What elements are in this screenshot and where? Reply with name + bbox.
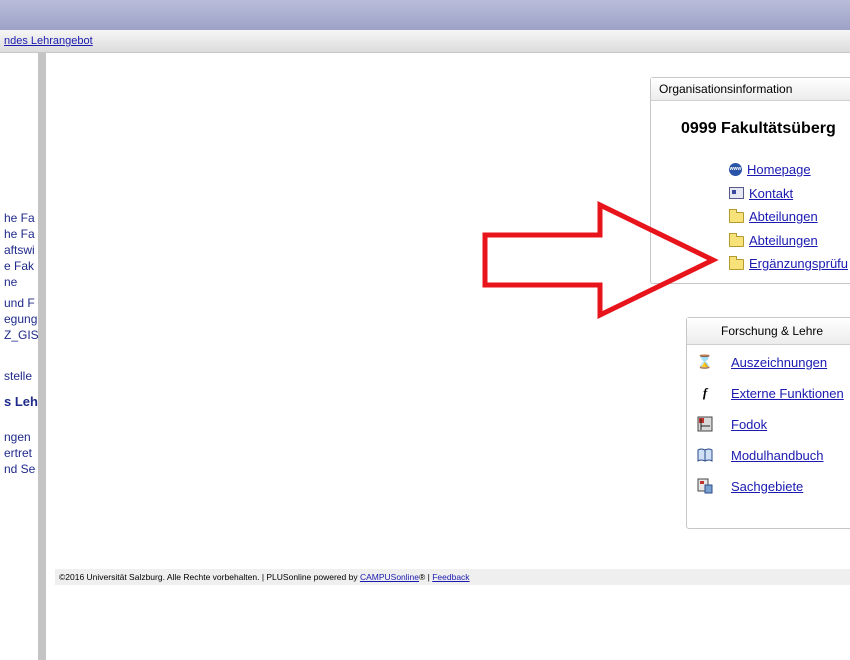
kontakt-link[interactable]: Kontakt xyxy=(749,186,793,201)
left-nav-item[interactable]: ertret xyxy=(4,446,32,460)
organisation-name: 0999 Fakultätsüberg xyxy=(681,120,836,137)
left-nav-item[interactable]: he Fa xyxy=(4,211,35,225)
page-footer: ©2016 Universität Salzburg. Alle Rechte … xyxy=(55,569,850,585)
fodok-icon xyxy=(695,416,715,432)
panel-title: Forschung & Lehre xyxy=(687,318,850,345)
left-nav-item[interactable]: ne xyxy=(4,275,17,289)
left-nav-item[interactable]: e Fak xyxy=(4,259,34,273)
feedback-link[interactable]: Feedback xyxy=(432,572,469,582)
organisation-info-panel: Organisationsinformation 0999 Fakultätsü… xyxy=(650,77,850,284)
abteilungen-link-2[interactable]: Abteilungen xyxy=(749,233,818,248)
auszeichnungen-row[interactable]: ⌛ Auszeichnungen xyxy=(695,354,827,370)
book-icon xyxy=(695,447,715,463)
ergaenzungspruefung-link[interactable]: Ergänzungsprüfu xyxy=(749,256,848,271)
left-navigation-fragments: he Fa he Fa aftswi e Fak ne und F egung … xyxy=(0,53,38,660)
top-header-bar xyxy=(0,0,850,30)
externe-funktionen-link[interactable]: Externe Funktionen xyxy=(731,386,844,401)
ergaenzungspruefung-link-row[interactable]: Ergänzungsprüfu xyxy=(729,252,848,276)
left-nav-item[interactable]: und F xyxy=(4,296,35,310)
function-icon: f xyxy=(702,385,708,400)
modulhandbuch-row[interactable]: Modulhandbuch xyxy=(695,447,824,463)
sidebar-divider xyxy=(38,53,46,660)
kontakt-link-row[interactable]: Kontakt xyxy=(729,182,848,206)
research-teaching-panel: Forschung & Lehre ⌛ Auszeichnungen f Ext… xyxy=(686,317,850,529)
subject-areas-icon xyxy=(695,478,715,494)
abteilungen-link[interactable]: Abteilungen xyxy=(749,209,818,224)
left-nav-item[interactable]: Z_GIS xyxy=(4,328,38,342)
externe-funktionen-row[interactable]: f Externe Funktionen xyxy=(695,385,844,401)
fodok-row[interactable]: Fodok xyxy=(695,416,767,432)
sachgebiete-row[interactable]: Sachgebiete xyxy=(695,478,803,494)
fodok-link[interactable]: Fodok xyxy=(731,417,767,432)
organisation-links: www Homepage Kontakt Abteilungen Abteilu… xyxy=(729,158,848,276)
homepage-link[interactable]: Homepage xyxy=(747,162,811,177)
auszeichnungen-link[interactable]: Auszeichnungen xyxy=(731,355,827,370)
www-globe-icon: www xyxy=(729,163,742,177)
homepage-link-row[interactable]: www Homepage xyxy=(729,158,848,182)
modulhandbuch-link[interactable]: Modulhandbuch xyxy=(731,448,824,463)
breadcrumb[interactable]: ndes Lehrangebot xyxy=(4,35,93,47)
folder-icon xyxy=(729,209,744,224)
folder-icon xyxy=(729,232,744,247)
panel-title: Organisationsinformation xyxy=(651,78,850,101)
contact-card-icon xyxy=(729,187,744,200)
footer-separator: ® | xyxy=(419,572,433,582)
left-nav-item[interactable]: egung xyxy=(4,312,37,326)
left-nav-item[interactable]: he Fa xyxy=(4,227,35,241)
campusonline-link[interactable]: CAMPUSonline xyxy=(360,572,419,582)
folder-icon xyxy=(729,256,744,271)
left-nav-item[interactable]: nd Se xyxy=(4,462,35,476)
left-nav-item[interactable]: stelle xyxy=(4,369,32,383)
left-nav-item[interactable]: ngen xyxy=(4,430,31,444)
left-nav-item[interactable]: aftswi xyxy=(4,243,35,257)
copyright-text: ©2016 Universität Salzburg. Alle Rechte … xyxy=(59,572,360,582)
trophy-icon: ⌛ xyxy=(696,354,714,369)
sachgebiete-link[interactable]: Sachgebiete xyxy=(731,479,803,494)
left-nav-heading: s Leh xyxy=(4,394,38,409)
breadcrumb-bar: ndes Lehrangebot xyxy=(0,30,850,53)
abteilungen-link-row[interactable]: Abteilungen xyxy=(729,205,848,229)
abteilungen-link-row-2[interactable]: Abteilungen xyxy=(729,229,848,253)
